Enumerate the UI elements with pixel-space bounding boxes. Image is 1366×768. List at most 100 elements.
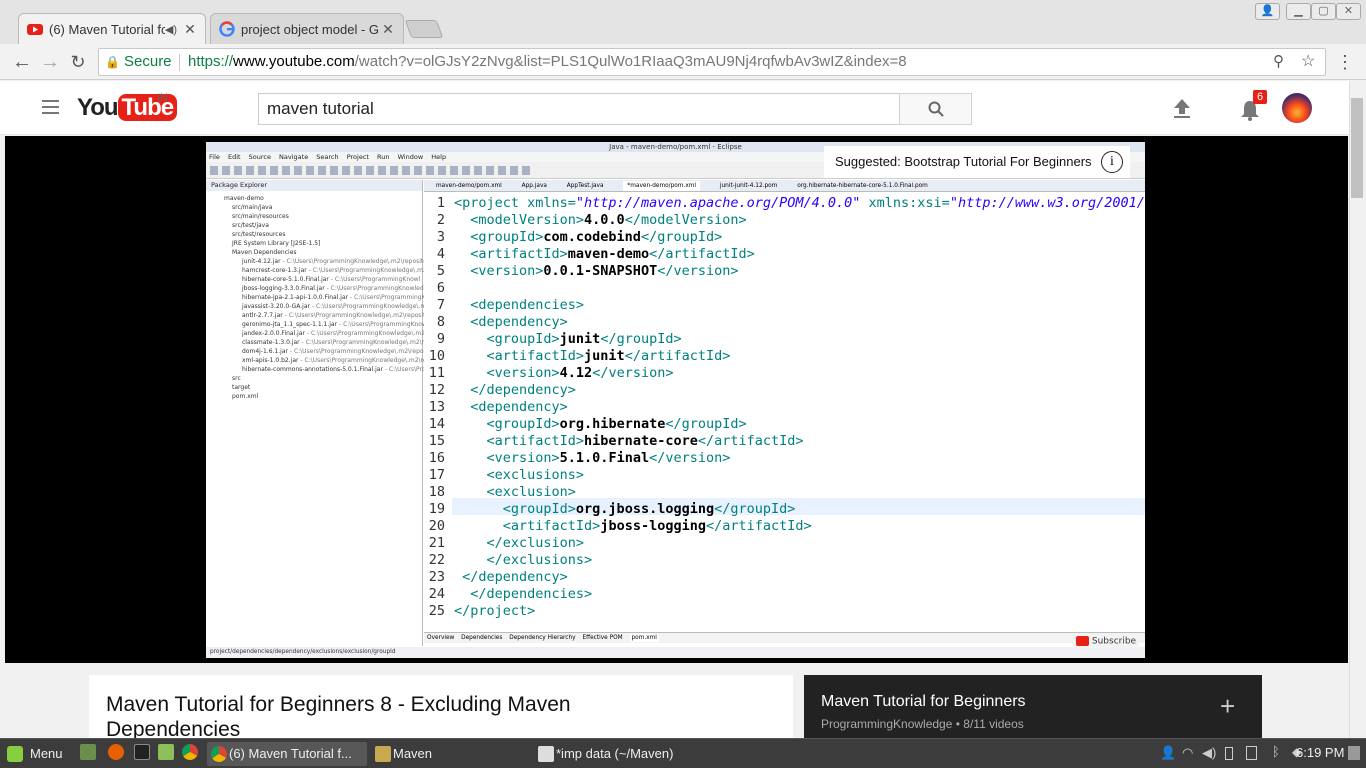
folder-icon [375,746,391,762]
code-line[interactable]: </exclusion> [454,535,585,552]
code-token: <artifactId> [454,348,585,364]
code-token: </dependencies> [454,586,593,602]
wifi-icon[interactable]: ◠ [1182,745,1193,761]
youtube-header: YouTube IN 6 [0,81,1349,135]
code-line[interactable]: <dependency> [454,399,568,416]
code-line[interactable]: </dependency> [454,569,568,586]
code-line[interactable]: <version>0.0.1-SNAPSHOT</version> [454,263,738,280]
code-token: hibernate-core [584,433,698,449]
subscribe-watermark[interactable]: Subscribe [1073,635,1140,648]
suggested-video-card[interactable]: Suggested: Bootstrap Tutorial For Beginn… [824,146,1130,178]
code-token: <artifactId> [454,518,601,534]
show-desktop-icon[interactable] [80,744,96,760]
line-number: 5 [436,263,445,279]
add-to-playlist-button[interactable]: + [1220,691,1235,722]
terminal-icon[interactable] [134,744,150,760]
code-line[interactable]: <groupId>org.jboss.logging</groupId> [454,501,796,518]
search-input[interactable] [258,93,900,125]
code-line[interactable]: <artifactId>junit</artifactId> [454,348,731,365]
code-line[interactable]: <artifactId>hibernate-core</artifactId> [454,433,804,450]
code-token: <dependencies> [454,297,585,313]
guide-menu-icon[interactable] [42,100,59,114]
code-line[interactable]: <artifactId>maven-demo</artifactId> [454,246,755,263]
code-line[interactable]: <exclusion> [454,484,576,501]
url-scheme: https:// [188,53,234,70]
code-line[interactable]: <version>5.1.0.Final</version> [454,450,731,467]
minimize-window-button[interactable]: ▁ [1286,3,1311,20]
taskbar-task-chrome[interactable]: (6) Maven Tutorial f... [207,742,367,766]
clock[interactable]: 6:19 PM [1296,745,1344,760]
forward-arrow-icon[interactable]: → [38,50,62,74]
bottom-tab: Dependency Hierarchy [509,635,576,641]
clipboard-icon[interactable] [1246,746,1257,760]
upload-icon[interactable] [1172,97,1192,119]
playlist-title[interactable]: Maven Tutorial for Beginners [821,693,1026,711]
firefox-icon[interactable] [108,744,124,760]
tree-item: xml-apis-1.0.b2.jar - C:\Users\Programmi… [242,357,435,364]
tab-close-icon[interactable]: ✕ [183,21,197,38]
chrome-icon[interactable] [182,744,198,760]
code-line[interactable]: </exclusions> [454,552,593,569]
info-icon[interactable]: i [1101,151,1123,173]
profile-icon[interactable]: 👤 [1255,3,1280,20]
line-number: 22 [428,552,445,568]
eclipse-menu-search: Search [316,153,339,161]
window-list-icon[interactable] [1348,746,1360,760]
eclipse-menu-file: File [209,153,220,161]
browser-tab-google[interactable]: project object model - G ✕ [210,13,404,44]
tab-close-icon[interactable]: ✕ [381,21,395,38]
code-token: junit [584,348,625,364]
zoom-icon[interactable]: ⚲ [1273,49,1284,75]
start-menu-button[interactable]: Menu [4,742,63,766]
tab-title: (6) Maven Tutorial fo [49,21,165,37]
line-number: 14 [428,416,445,432]
avatar[interactable] [1282,93,1312,123]
code-token: </artifactId> [697,433,804,449]
code-line[interactable]: <modelVersion>4.0.0</modelVersion> [454,212,747,229]
code-line[interactable]: <version>4.12</version> [454,365,674,382]
browser-tab-youtube[interactable]: (6) Maven Tutorial fo ◀) ✕ [18,13,206,44]
notification-count-badge: 6 [1253,90,1268,104]
code-line[interactable]: <exclusions> [454,467,585,484]
code-token: <groupId> [454,501,576,517]
user-icon[interactable]: 👤 [1160,745,1176,761]
address-bar[interactable]: 🔒 Secure https://www.youtube.com/watch?v… [98,48,1326,76]
code-line[interactable]: <groupId>junit</groupId> [454,331,682,348]
taskbar-task-editor[interactable]: *imp data (~/Maven) [534,742,704,766]
code-line[interactable]: <groupId>org.hibernate</groupId> [454,416,747,433]
volume-icon[interactable]: ◀) [1202,745,1216,761]
page-scrollbar-thumb[interactable] [1351,98,1363,198]
code-line[interactable]: <groupId>com.codebind</groupId> [454,229,722,246]
battery-icon[interactable] [1225,747,1233,760]
code-token: <exclusions> [454,467,585,483]
search-button[interactable] [899,93,972,125]
taskbar-task-folder[interactable]: Maven [371,742,531,766]
bottom-tab: Overview [427,635,455,641]
code-token: </modelVersion> [624,212,747,228]
code-line[interactable]: <dependency> [454,314,568,331]
pom-editor-bottom-tabs: Overview Dependencies Dependency Hierarc… [424,632,1145,643]
line-number: 4 [436,246,445,262]
editor-tab: junit-junit-4.12.pom [719,183,778,189]
bookmark-star-icon[interactable]: ☆ [1301,49,1315,75]
reload-icon[interactable]: ↻ [66,50,90,74]
code-line[interactable]: <project xmlns="http://maven.apache.org/… [454,195,1145,212]
code-token: xmlns:xsi= [860,195,950,211]
code-line[interactable]: <dependencies> [454,297,584,314]
bluetooth-icon[interactable]: ᛒ [1272,744,1280,759]
code-token: </version> [592,365,674,381]
files-icon[interactable] [158,744,174,760]
code-token: 5.1.0.Final [559,450,650,466]
task-label: (6) Maven Tutorial f... [229,746,352,761]
code-line[interactable]: </dependencies> [454,586,592,603]
close-window-button[interactable]: ✕ [1336,3,1361,20]
new-tab-button[interactable] [404,20,444,38]
line-number: 11 [428,365,445,381]
code-line[interactable]: </project> [454,603,535,620]
mint-logo-icon [7,746,23,762]
maximize-window-button[interactable]: ▢ [1311,3,1336,20]
code-line[interactable]: <artifactId>jboss-logging</artifactId> [454,518,812,535]
back-arrow-icon[interactable]: ← [10,50,34,74]
code-line[interactable]: </dependency> [454,382,576,399]
chrome-menu-icon[interactable]: ⋮ [1333,50,1357,74]
